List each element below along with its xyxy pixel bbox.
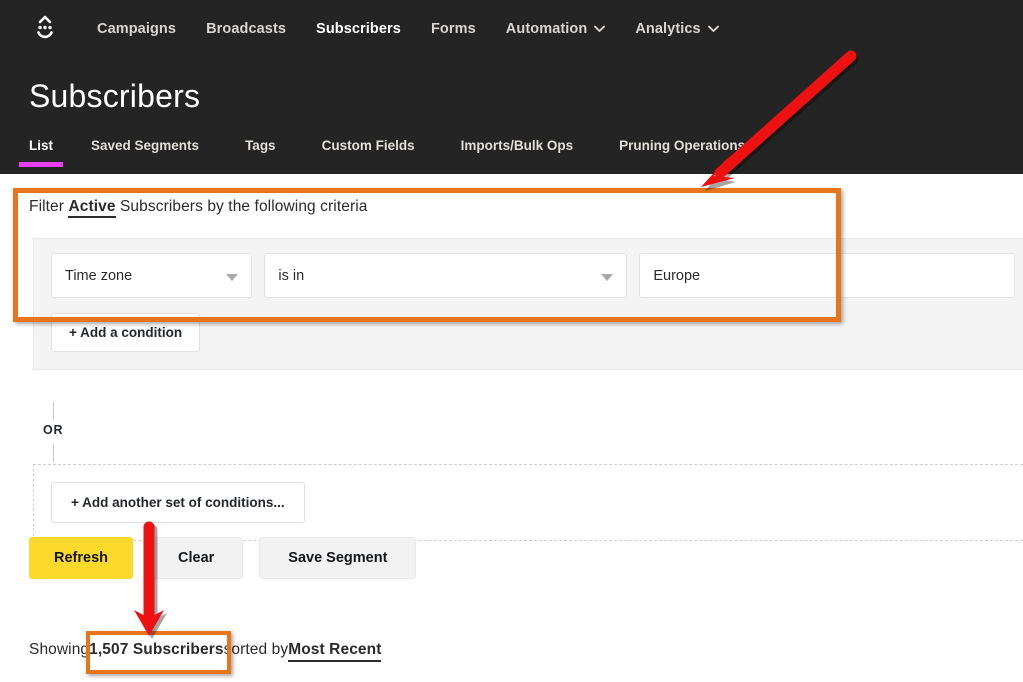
nav-label: Automation xyxy=(505,21,588,37)
filter-heading-suffix: Subscribers by the following criteria xyxy=(115,198,368,215)
tab-label: Tags xyxy=(245,138,276,153)
or-connector-line-bottom xyxy=(53,444,54,462)
tab-tags[interactable]: Tags xyxy=(245,138,300,163)
condition-value-input[interactable]: Europe xyxy=(639,253,1015,298)
sorted-by-text: sorted by xyxy=(223,641,289,658)
add-another-set-button[interactable]: + Add another set of conditions... xyxy=(51,482,305,523)
tab-list[interactable]: List xyxy=(18,138,64,167)
nav-links: Campaigns Broadcasts Subscribers Forms A… xyxy=(82,21,734,37)
nav-item-automation[interactable]: Automation xyxy=(491,21,621,37)
tab-label: Saved Segments xyxy=(91,138,200,153)
nav-label: Campaigns xyxy=(97,21,177,37)
or-label: OR xyxy=(43,423,64,437)
nav-item-campaigns[interactable]: Campaigns xyxy=(82,21,191,37)
condition-operator-select[interactable]: is in xyxy=(264,253,628,298)
refresh-button[interactable]: Refresh xyxy=(29,537,133,579)
condition-operator-value: is in xyxy=(278,267,305,284)
condition-field-value: Time zone xyxy=(65,267,133,284)
filter-status-link[interactable]: Active xyxy=(68,198,116,218)
subscriber-count: 1,507 Subscribers xyxy=(89,641,224,658)
page-title: Subscribers xyxy=(29,78,201,114)
or-connector-line-top xyxy=(53,402,54,420)
nav-label: Analytics xyxy=(635,21,701,37)
tab-custom-fields[interactable]: Custom Fields xyxy=(322,138,439,163)
tab-label: List xyxy=(29,138,54,153)
sort-order-link[interactable]: Most Recent xyxy=(288,641,382,662)
save-segment-button[interactable]: Save Segment xyxy=(259,537,417,579)
tab-pruning-operations[interactable]: Pruning Operations xyxy=(619,138,769,163)
top-header: Campaigns Broadcasts Subscribers Forms A… xyxy=(0,0,1023,174)
tab-saved-segments[interactable]: Saved Segments xyxy=(91,138,223,163)
nav-label: Forms xyxy=(430,21,476,37)
nav-label: Broadcasts xyxy=(206,21,287,37)
condition-row: Time zone is in Europe xyxy=(34,253,1023,298)
clear-button[interactable]: Clear xyxy=(149,537,244,579)
filter-heading: Filter Active Subscribers by the followi… xyxy=(29,198,368,218)
condition-value-text: Europe xyxy=(653,267,701,284)
filter-heading-prefix: Filter xyxy=(29,198,69,215)
nav-item-subscribers[interactable]: Subscribers xyxy=(301,21,416,37)
nav-label: Subscribers xyxy=(316,21,401,37)
nav-item-analytics[interactable]: Analytics xyxy=(620,21,733,37)
tab-label: Pruning Operations xyxy=(619,138,746,153)
primary-nav: Campaigns Broadcasts Subscribers Forms A… xyxy=(0,0,1023,58)
filter-actions: Refresh Clear Save Segment xyxy=(29,537,417,579)
chevron-down-icon xyxy=(707,21,719,37)
results-summary: Showing 1,507 Subscribers sorted by Most… xyxy=(29,641,382,662)
tab-imports-bulk-ops[interactable]: Imports/Bulk Ops xyxy=(461,138,598,163)
condition-group: Time zone is in Europe + Add a condition xyxy=(33,238,1023,370)
showing-prefix: Showing xyxy=(29,641,90,658)
chevron-down-icon xyxy=(594,21,606,37)
section-tabs: List Saved Segments Tags Custom Fields I… xyxy=(18,138,791,167)
add-condition-set-container: + Add another set of conditions... xyxy=(33,464,1023,541)
convertkit-smiley-logo-icon[interactable] xyxy=(28,12,62,46)
tab-label: Custom Fields xyxy=(321,138,415,153)
chevron-down-icon xyxy=(601,273,614,281)
tab-label: Imports/Bulk Ops xyxy=(460,138,574,153)
nav-item-broadcasts[interactable]: Broadcasts xyxy=(191,21,301,37)
app-root: Campaigns Broadcasts Subscribers Forms A… xyxy=(0,0,1023,682)
condition-field-select[interactable]: Time zone xyxy=(51,253,253,298)
nav-item-forms[interactable]: Forms xyxy=(416,21,491,37)
add-condition-button[interactable]: + Add a condition xyxy=(51,313,201,352)
chevron-down-icon xyxy=(226,273,239,281)
